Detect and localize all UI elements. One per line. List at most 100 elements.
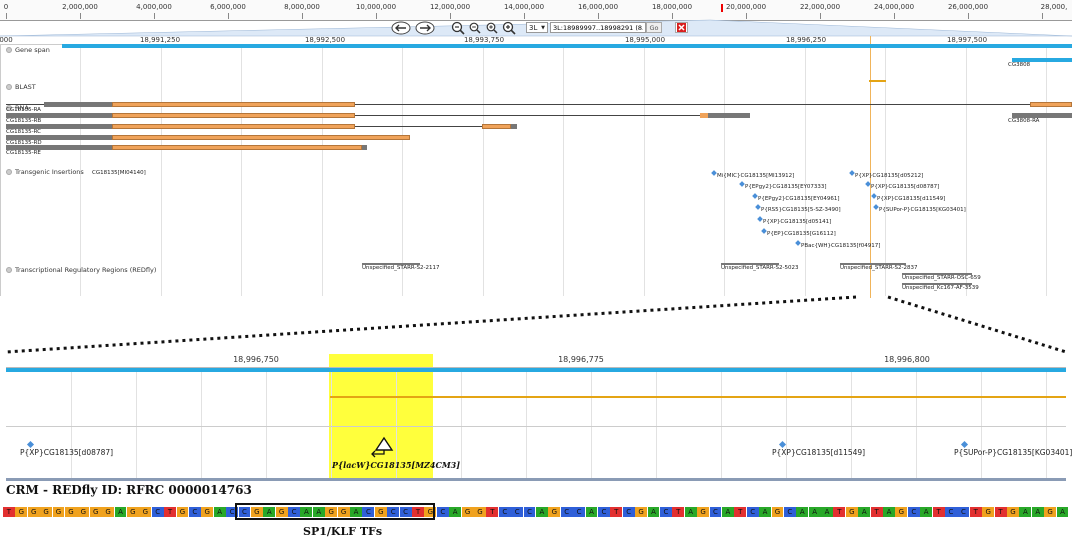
sequence-base: G (64, 507, 77, 517)
transcript-ra-cds[interactable] (112, 102, 355, 107)
zoom-grid-line (71, 372, 72, 478)
transcript-rb-utr-2[interactable] (708, 113, 750, 118)
insertion-marker-icon (873, 203, 879, 210)
zoom-tick-label: 18,996,750 (233, 355, 279, 364)
zoom-insertion-center[interactable]: P{lacW}CG18135[MZ4CM3] (332, 460, 460, 470)
zoom-in-max-button[interactable] (501, 20, 516, 35)
genome-tick-label: 6,000,000 (210, 3, 246, 11)
tf-binding-label: SP1/KLF TFs (303, 525, 383, 538)
zoom-out-max-button[interactable] (450, 20, 465, 35)
region-tick-label: 18,995,000 (624, 36, 666, 44)
zoom-insertion-mid-right[interactable]: P{XP}CG18135[d11549] (772, 440, 865, 457)
gene-span-cg18135[interactable] (62, 44, 1072, 48)
sequence-base: C (151, 507, 164, 517)
genome-tick-label: 24,000,000 (873, 3, 915, 11)
sequence-base: A (684, 507, 697, 517)
current-position-marker (721, 4, 723, 12)
genome-tick-label: 0 (3, 3, 9, 11)
zoom-grid-line (201, 372, 202, 478)
genome-tick-label: 22,000,000 (799, 3, 841, 11)
scroll-left-button[interactable] (390, 20, 412, 35)
region-tick-label: 18,996,250 (785, 36, 827, 44)
genome-tick-label: 14,000,000 (503, 3, 545, 11)
sequence-base: G (176, 507, 189, 517)
genome-tick-label: 12,000,000 (429, 3, 471, 11)
track-icon (6, 267, 12, 273)
sequence-base: G (139, 507, 152, 517)
genome-tick-label: 18,000,000 (651, 3, 693, 11)
sequence-base: G (89, 507, 102, 517)
go-button[interactable]: Go (646, 22, 662, 33)
transcript-rb-cds-2[interactable] (700, 113, 708, 118)
zoom-in-icon (502, 21, 516, 35)
zoom-blast-hit[interactable] (330, 396, 1066, 398)
zoom-insertion-left[interactable]: P{XP}CG18135[d08787] (20, 440, 113, 457)
sequence-base: A (759, 507, 771, 517)
zoom-in-small-icon (486, 22, 498, 34)
insertion-marker-icon (871, 192, 877, 199)
transcript-rc-cds-2[interactable] (482, 124, 511, 129)
sequence-base: C (560, 507, 573, 517)
sequence-base: A (721, 507, 734, 517)
sequence-base: G (895, 507, 908, 517)
sequence-base: C (659, 507, 672, 517)
close-icon (677, 23, 686, 32)
zoom-out-button[interactable] (467, 20, 482, 35)
transcript-rb-cds[interactable] (112, 113, 355, 118)
insertion-marker-icon (865, 180, 871, 187)
sequence-base: A (114, 507, 127, 517)
transcript-re-utr-2[interactable] (362, 145, 367, 150)
crm-title: CRM - REDfly ID: RFRC 0000014763 (6, 483, 252, 497)
zoom-gene-span[interactable] (6, 368, 1066, 372)
insertion-marker-icon (755, 203, 761, 210)
transcript-cg3808-ra-cds[interactable] (1030, 102, 1072, 107)
zoom-grid-line (916, 372, 917, 478)
sequence-base: C (523, 507, 536, 517)
zoom-in-button[interactable] (484, 20, 499, 35)
transcript-rc-utr-2[interactable] (511, 124, 517, 129)
sequence-base: C (783, 507, 796, 517)
sequence-base: T (486, 507, 499, 517)
zoom-grid-line (266, 372, 267, 478)
navigation-toolbar: 3L ▼ Go (390, 20, 700, 36)
chevron-down-icon: ▼ (541, 24, 545, 31)
zoom-grid-line (721, 372, 722, 478)
insertion-f04917[interactable]: PBac{WH}CG18135[f04917] (795, 236, 880, 249)
sequence-base: C (511, 507, 524, 517)
sequence-base: A (1031, 507, 1044, 517)
scroll-right-button[interactable] (414, 20, 436, 35)
sequence-base: T (994, 507, 1007, 517)
sequence-base: G (77, 507, 90, 517)
sequence-base: A (647, 507, 660, 517)
transcript-label-cg3808-ra: CG3808-RA (1008, 118, 1040, 124)
insertion-marker-icon (778, 440, 787, 449)
zoom-insertion-right[interactable]: P{SUPor-P}CG18135[KG03401] (954, 440, 1072, 457)
genome-tick-label: 20,000,000 (725, 3, 767, 11)
track-icon (6, 84, 12, 90)
transcript-rd-cds[interactable] (112, 135, 410, 140)
sequence-base: A (883, 507, 895, 517)
sequence-base: T (610, 507, 623, 517)
transcript-re-cds[interactable] (112, 145, 362, 150)
blast-hit[interactable] (869, 80, 886, 82)
region-tick-label: 18,992,500 (304, 36, 346, 44)
sequence-base: A (213, 507, 226, 517)
insertion-mi04140[interactable]: CG18135[MI04140] (92, 170, 146, 176)
sequence-base: C (188, 507, 201, 517)
insertion-kg03401[interactable]: P{SUPor-P}CG18135[KG03401] (873, 200, 966, 213)
sequence-base: T (932, 507, 945, 517)
location-input[interactable] (550, 22, 646, 33)
region-ruler-left-label: 000 (0, 36, 13, 44)
chromosome-select[interactable]: 3L ▼ (526, 22, 548, 33)
insertion-marker-icon (849, 169, 855, 176)
zoom-grid-line (656, 372, 657, 478)
zoom-tick-label: 18,996,775 (558, 355, 604, 364)
transcript-ra-utr[interactable] (44, 102, 112, 107)
sequence-base: C (907, 507, 920, 517)
transcript-rc-cds[interactable] (112, 124, 355, 129)
zoom-grid-line (526, 372, 527, 478)
clear-button[interactable] (675, 22, 688, 33)
sequence-base: C (945, 507, 957, 517)
genome-tick-label: 2,000,000 (62, 3, 98, 11)
sequence-base: G (635, 507, 648, 517)
